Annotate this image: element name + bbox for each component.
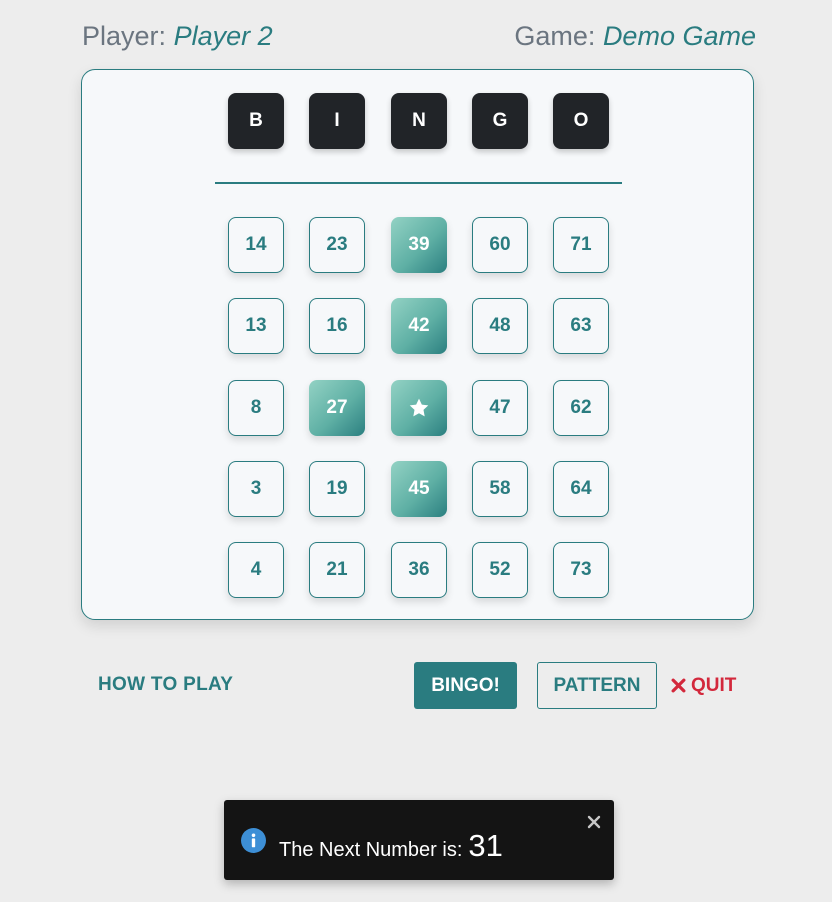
toast-text: The Next Number is: <box>279 839 463 861</box>
bingo-cell[interactable]: 63 <box>553 298 609 354</box>
divider <box>215 182 622 184</box>
info-icon <box>241 828 266 853</box>
bingo-cell[interactable]: 71 <box>553 217 609 273</box>
bingo-cell[interactable]: 47 <box>472 380 528 436</box>
free-space-cell[interactable] <box>391 380 447 436</box>
column-header-o: O <box>553 93 609 149</box>
player-label: Player: <box>82 20 167 51</box>
quit-button[interactable]: QUIT <box>671 662 743 709</box>
game-label: Game: <box>514 20 596 51</box>
header: Player: Player 2 Game: Demo Game <box>82 16 756 56</box>
bingo-cell[interactable]: 14 <box>228 217 284 273</box>
star-icon <box>409 398 429 417</box>
quit-label: QUIT <box>691 674 737 696</box>
player-info: Player: Player 2 <box>82 21 273 52</box>
bingo-cell[interactable]: 8 <box>228 380 284 436</box>
bingo-card: BINGO 14 23 39 60 71 13 16 42 48 63 8 27 47 62 3 19 45 58… <box>81 69 754 620</box>
pattern-button[interactable]: PATTERN <box>537 662 657 709</box>
bingo-cell[interactable]: 16 <box>309 298 365 354</box>
bingo-cell[interactable]: 3 <box>228 461 284 517</box>
bingo-cell[interactable]: 58 <box>472 461 528 517</box>
bingo-cell[interactable]: 36 <box>391 542 447 598</box>
bingo-cell[interactable]: 19 <box>309 461 365 517</box>
bingo-cell[interactable]: 52 <box>472 542 528 598</box>
toast-message: The Next Number is: 31 <box>279 828 503 864</box>
player-name: Player 2 <box>173 20 273 51</box>
bingo-cell[interactable]: 64 <box>553 461 609 517</box>
bingo-cell[interactable]: 62 <box>553 380 609 436</box>
game-name: Demo Game <box>602 20 756 51</box>
column-header-b: B <box>228 93 284 149</box>
bingo-button[interactable]: BINGO! <box>414 662 517 709</box>
next-number: 31 <box>468 828 503 863</box>
how-to-play-link[interactable]: HOW TO PLAY <box>98 674 233 696</box>
column-header-n: N <box>391 93 447 149</box>
bingo-cell[interactable]: 39 <box>391 217 447 273</box>
close-icon[interactable] <box>586 814 602 830</box>
bingo-cell[interactable]: 73 <box>553 542 609 598</box>
bingo-cell[interactable]: 4 <box>228 542 284 598</box>
next-number-toast: The Next Number is: 31 <box>224 800 614 880</box>
bingo-cell[interactable]: 27 <box>309 380 365 436</box>
bingo-cell[interactable]: 13 <box>228 298 284 354</box>
game-info: Game: Demo Game <box>514 21 756 52</box>
column-header-g: G <box>472 93 528 149</box>
bingo-cell[interactable]: 42 <box>391 298 447 354</box>
bingo-cell[interactable]: 23 <box>309 217 365 273</box>
bingo-cell[interactable]: 60 <box>472 217 528 273</box>
x-icon <box>671 678 686 693</box>
bingo-cell[interactable]: 45 <box>391 461 447 517</box>
column-header-i: I <box>309 93 365 149</box>
bingo-cell[interactable]: 48 <box>472 298 528 354</box>
bingo-cell[interactable]: 21 <box>309 542 365 598</box>
